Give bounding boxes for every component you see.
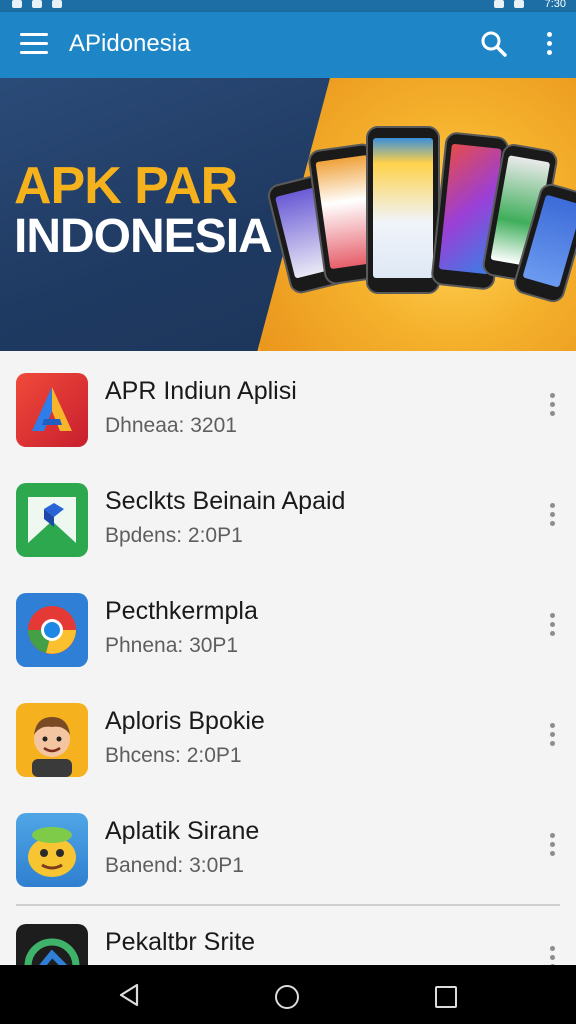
banner-headline-line1: APK PAR <box>14 157 238 215</box>
cartoon-boy-app-icon <box>16 703 88 777</box>
green-box-app-icon <box>16 483 88 557</box>
phone-illustration-3 <box>366 126 440 294</box>
frog-app-icon <box>16 813 88 887</box>
app-name: Pekaltbr Srite <box>105 928 256 956</box>
app-name: APR Indiun Aplisi <box>105 377 297 405</box>
app-name: Aplatik Sirane <box>105 817 260 845</box>
list-item[interactable]: Pekaltbr Srite <box>0 906 576 965</box>
app-subtitle: Banend: 3:0P1 <box>105 854 244 877</box>
menu-icon[interactable] <box>20 33 48 55</box>
app-name: Pecthkermpla <box>105 597 258 625</box>
promo-banner[interactable]: APK PAR INDONESIA <box>0 78 576 351</box>
status-icons-right <box>494 0 524 8</box>
notification-icon <box>12 0 22 8</box>
app-bar: APidonesia <box>0 12 576 78</box>
more-vertical-icon[interactable] <box>546 503 558 531</box>
status-icons-left <box>12 0 62 8</box>
search-icon[interactable] <box>480 30 508 58</box>
recents-icon[interactable] <box>435 986 457 1008</box>
list-item[interactable]: APR Indiun Aplisi Dhneaa: 3201 <box>0 351 576 461</box>
app-subtitle: Bhcens: 2:0P1 <box>105 744 242 767</box>
app-title: APidonesia <box>69 30 191 57</box>
status-time: 7:30 <box>544 0 566 10</box>
status-bar: 7:30 <box>0 0 576 12</box>
wifi-icon <box>494 0 504 8</box>
back-icon[interactable] <box>118 983 140 1007</box>
red-a-app-icon <box>16 373 88 447</box>
app-subtitle: Phnena: 30P1 <box>105 634 239 657</box>
app-subtitle: Dhneaa: 3201 <box>105 414 237 437</box>
list-item[interactable]: Aplatik Sirane Banend: 3:0P1 <box>0 791 576 901</box>
system-nav-bar <box>0 965 576 1024</box>
dark-app-icon <box>16 924 88 965</box>
more-vertical-icon[interactable] <box>546 723 558 751</box>
list-item[interactable]: Pecthkermpla Phnena: 30P1 <box>0 571 576 681</box>
more-vertical-icon[interactable] <box>546 946 558 965</box>
shield-icon <box>52 0 62 8</box>
more-vertical-icon[interactable] <box>546 833 558 861</box>
app-list: APR Indiun Aplisi Dhneaa: 3201 Seclkts B… <box>0 351 576 965</box>
battery-icon <box>514 0 524 8</box>
more-vertical-icon[interactable] <box>542 32 556 60</box>
list-item[interactable]: Aploris Bpokie Bhcens: 2:0P1 <box>0 681 576 791</box>
banner-headline-line2: INDONESIA <box>14 210 273 263</box>
chrome-app-icon <box>16 593 88 667</box>
app-name: Seclkts Beinain Apaid <box>105 487 346 515</box>
app-name: Aploris Bpokie <box>105 707 265 735</box>
more-vertical-icon[interactable] <box>546 393 558 421</box>
sim-icon <box>32 0 42 8</box>
more-vertical-icon[interactable] <box>546 613 558 641</box>
list-item[interactable]: Seclkts Beinain Apaid Bpdens: 2:0P1 <box>0 461 576 571</box>
app-subtitle: Bpdens: 2:0P1 <box>105 524 243 547</box>
home-icon[interactable] <box>275 985 299 1009</box>
